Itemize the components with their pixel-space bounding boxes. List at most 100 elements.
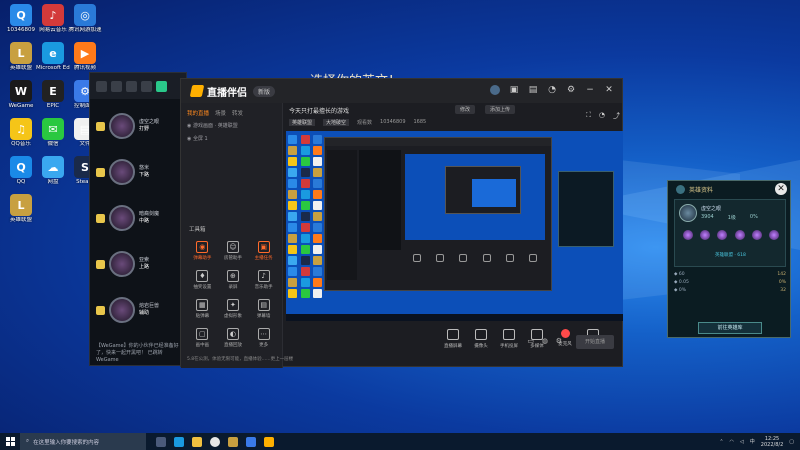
bottom-tool[interactable]: 直播屏幕 bbox=[439, 329, 467, 349]
tool-button[interactable]: ▦ 贴弹幕 bbox=[187, 299, 218, 319]
close-icon[interactable]: ✕ bbox=[775, 183, 787, 195]
volume-icon[interactable]: ◁ bbox=[740, 439, 744, 445]
upload-button[interactable]: 添加上传 bbox=[485, 105, 516, 114]
tool-button[interactable]: ✦ 虚拟形象 bbox=[218, 299, 249, 319]
sidebar-tab[interactable]: 场景 bbox=[215, 109, 226, 117]
tool-button[interactable]: ▣ 主播任务 bbox=[248, 241, 279, 261]
window-controls: ▣ ▤ ◔ ⚙ − ✕ bbox=[490, 85, 614, 95]
fullscreen-icon[interactable]: ⛶ bbox=[586, 111, 591, 121]
champion-row[interactable]: 虚空之眼 打野 bbox=[96, 109, 182, 143]
toolbar-icon[interactable] bbox=[96, 80, 107, 92]
bottom-tool[interactable]: 摄像头 bbox=[467, 329, 495, 349]
champion-row[interactable]: 暗裔剑魔 中路 bbox=[96, 201, 182, 235]
stream-title[interactable]: 今天只打最擅长的游戏 bbox=[289, 106, 349, 115]
edge-icon[interactable] bbox=[174, 436, 184, 447]
champion-row[interactable]: 熔岩巨兽 辅助 bbox=[96, 293, 182, 327]
tool-button[interactable]: ◐ 直播回放 bbox=[218, 328, 249, 348]
champion-row[interactable]: 亚索 上路 bbox=[96, 247, 182, 281]
mini-desktop-icon bbox=[288, 234, 297, 243]
desktop-icon[interactable]: eMicrosoft Edge bbox=[36, 42, 70, 71]
sidebar-tab[interactable]: 我的直播 bbox=[187, 109, 209, 117]
gift-icon[interactable]: ▣ bbox=[509, 85, 519, 95]
hero-info-panel[interactable]: 英雄资料 ✕ 虚空之眼 3904 1级 0% 英雄联盟 · 618 ◆ 60 142 ◆… bbox=[667, 180, 791, 338]
desktop-icon[interactable]: W WeGame bbox=[4, 80, 38, 109]
clock[interactable]: 12:25 2022/8/2 bbox=[761, 436, 783, 448]
desktop-icon[interactable]: ✉ 微信 bbox=[36, 118, 70, 147]
tool-button[interactable]: ☺ 房管助手 bbox=[218, 241, 249, 261]
browser-icon[interactable] bbox=[210, 436, 220, 447]
hero-library-button[interactable]: 前往英雄库 bbox=[698, 322, 762, 334]
task-view-icon[interactable] bbox=[156, 436, 166, 447]
shield-icon[interactable] bbox=[246, 436, 256, 447]
minimize-icon[interactable]: − bbox=[585, 85, 595, 95]
status-icon[interactable] bbox=[156, 80, 167, 92]
tool-button[interactable]: ▤ 弹幕墙 bbox=[248, 299, 279, 319]
start-button[interactable] bbox=[0, 433, 20, 450]
toolbar-icon[interactable] bbox=[141, 80, 152, 92]
desktop-icon[interactable]: E EPIC bbox=[36, 80, 70, 109]
edit-button[interactable]: 修改 bbox=[455, 105, 476, 114]
version-badge[interactable]: 新版 bbox=[253, 85, 276, 97]
desktop-icon[interactable]: ♪ 网易云音乐 bbox=[36, 4, 70, 33]
desktop-icon[interactable]: ♫ QQ音乐 bbox=[4, 118, 38, 147]
system-tray: ⌃ ◠ ◁ 中 12:25 2022/8/2 ▢ bbox=[719, 433, 794, 450]
live-companion-icon[interactable] bbox=[264, 436, 274, 447]
bottom-toolbar: 直播屏幕摄像头手机投屏多媒体麦克风扬声器 ▭ ◍ ⚙ 开始直播 bbox=[285, 323, 624, 367]
nested-toolbar bbox=[405, 248, 545, 268]
scene-item[interactable]: ◉ 游戏画面 · 英雄联盟 bbox=[187, 123, 276, 130]
sound-icon[interactable]: ◍ bbox=[542, 337, 548, 345]
champion-text: 虚空之眼 打野 bbox=[139, 119, 159, 133]
share-icon[interactable]: ⤴ bbox=[613, 111, 620, 121]
desktop-icon[interactable]: Q 10346809 bbox=[4, 4, 38, 33]
tool-button[interactable]: ⊕ 录屏 bbox=[218, 270, 249, 290]
tool-button[interactable]: ▢ 画中画 bbox=[187, 328, 218, 348]
search-box[interactable]: ⌕ 在这里输入你要搜索的内容 bbox=[20, 433, 146, 450]
explorer-icon[interactable] bbox=[192, 436, 202, 447]
close-icon[interactable]: ✕ bbox=[604, 85, 614, 95]
app-icon: Q bbox=[10, 156, 32, 178]
language-indicator[interactable]: 中 bbox=[750, 438, 755, 445]
network-icon[interactable]: ◠ bbox=[730, 439, 734, 445]
desktop-icon[interactable]: L 英雄联盟 bbox=[4, 42, 38, 71]
start-live-button[interactable]: 开始直播 bbox=[576, 335, 614, 349]
tool-label: 虚拟形象 bbox=[223, 314, 242, 319]
desktop-icon[interactable]: ☁ 网盘 bbox=[36, 156, 70, 185]
toolbar-icon[interactable] bbox=[111, 80, 122, 92]
stream-info: 今天只打最擅长的游戏 修改 添加上传 英雄联盟 大地破空 观看数 1034680… bbox=[285, 103, 624, 129]
stat-key: ◆ 0.05 bbox=[674, 280, 689, 285]
notify-icon[interactable]: ◔ bbox=[547, 85, 557, 95]
tool-button[interactable]: ♦ 抽奖设置 bbox=[187, 270, 218, 290]
notification-icon[interactable]: ▢ bbox=[789, 439, 794, 445]
bell-icon[interactable]: ◔ bbox=[599, 111, 605, 121]
desktop-icon[interactable]: ▶ 腾讯视频 bbox=[68, 42, 102, 71]
game-chip[interactable]: 大地破空 bbox=[323, 119, 350, 126]
live-companion-window[interactable]: 直播伴侣 新版 ▣ ▤ ◔ ⚙ − ✕ 我的直播 场景 转发 ◉ 游戏画面 · 英雄… bbox=[180, 78, 624, 368]
lol-icon[interactable] bbox=[228, 436, 238, 447]
bottom-tool[interactable]: 手机投屏 bbox=[495, 329, 523, 349]
tool-label: 抽奖设置 bbox=[193, 285, 212, 290]
desktop-icon[interactable]: L 英雄联盟 bbox=[4, 194, 38, 223]
avatar-icon[interactable] bbox=[490, 85, 500, 95]
stat-row: ◆ 0% 32 bbox=[674, 287, 786, 295]
category-chip[interactable]: 英雄联盟 bbox=[289, 119, 316, 126]
mini-desktop-icon bbox=[313, 179, 323, 188]
settings-icon[interactable]: ⚙ bbox=[566, 85, 576, 95]
champion-row[interactable]: 悠米 下路 bbox=[96, 155, 182, 189]
tool-button[interactable]: ♪ 音乐助手 bbox=[248, 270, 279, 290]
scene-item[interactable]: ◉ 全屏 1 bbox=[187, 136, 276, 143]
toolbar-icon[interactable] bbox=[126, 80, 137, 92]
desktop-icon[interactable]: ◎ 腾讯网游加速 bbox=[68, 4, 102, 33]
stream-preview[interactable] bbox=[286, 131, 623, 321]
tool-button[interactable]: ⋯ 更多 bbox=[248, 328, 279, 348]
sidebar-tab[interactable]: 转发 bbox=[232, 109, 243, 117]
tray-chevron-icon[interactable]: ⌃ bbox=[719, 439, 723, 445]
shop-icon[interactable]: ▤ bbox=[528, 85, 538, 95]
tool-button[interactable]: ◉ 弹幕助手 bbox=[187, 241, 218, 261]
gear-icon[interactable]: ⚙ bbox=[556, 337, 562, 345]
camera-icon[interactable]: ▭ bbox=[527, 337, 534, 345]
game-client-window[interactable]: 虚空之眼 打野 悠米 下路 暗裔剑魔 中路 亚索 上路 熔岩巨兽 辅助 【WeGame】你的小伙伴… bbox=[89, 72, 187, 366]
stat-key: ◆ 0% bbox=[674, 288, 687, 293]
desktop-icon[interactable]: Q QQ bbox=[4, 156, 38, 185]
mini-desktop-icon bbox=[300, 212, 310, 221]
mini-desktop-icon bbox=[313, 234, 323, 243]
